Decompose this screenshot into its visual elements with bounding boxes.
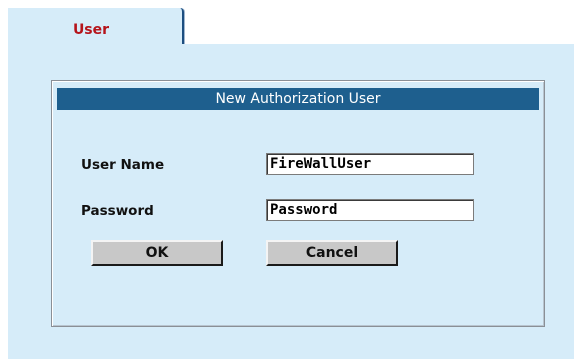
tab-strip: User	[0, 0, 574, 45]
ok-button[interactable]: OK	[91, 240, 223, 266]
user-name-label: User Name	[81, 157, 165, 173]
content-panel: New Authorization User User Name Passwor…	[8, 44, 574, 359]
tab-label: User	[72, 22, 110, 38]
password-field[interactable]	[266, 199, 474, 221]
cancel-button[interactable]: Cancel	[266, 240, 398, 266]
dialog-title: New Authorization User	[57, 88, 539, 110]
tab-user[interactable]: User	[8, 8, 184, 45]
password-label: Password	[81, 203, 154, 219]
user-name-field[interactable]	[266, 153, 474, 175]
authorization-dialog: New Authorization User User Name Passwor…	[51, 80, 545, 327]
